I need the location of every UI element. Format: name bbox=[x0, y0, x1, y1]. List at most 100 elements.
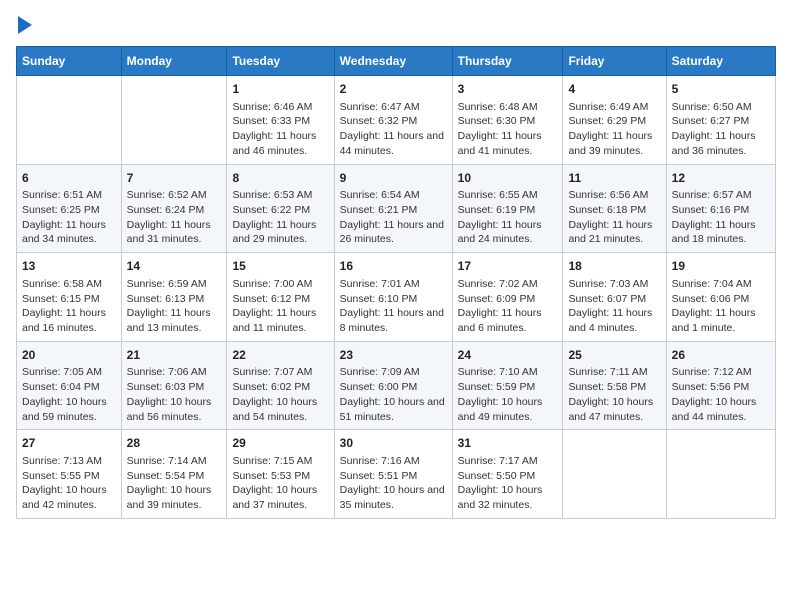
day-number: 22 bbox=[232, 347, 328, 364]
day-content: Sunrise: 7:01 AM Sunset: 6:10 PM Dayligh… bbox=[340, 277, 447, 336]
calendar-cell: 9Sunrise: 6:54 AM Sunset: 6:21 PM Daylig… bbox=[334, 164, 452, 253]
day-number: 23 bbox=[340, 347, 447, 364]
day-content: Sunrise: 6:49 AM Sunset: 6:29 PM Dayligh… bbox=[568, 100, 660, 159]
day-number: 4 bbox=[568, 81, 660, 98]
day-number: 13 bbox=[22, 258, 116, 275]
day-content: Sunrise: 7:00 AM Sunset: 6:12 PM Dayligh… bbox=[232, 277, 328, 336]
calendar-cell: 26Sunrise: 7:12 AM Sunset: 5:56 PM Dayli… bbox=[666, 341, 775, 430]
day-header-monday: Monday bbox=[121, 47, 227, 76]
day-number: 5 bbox=[672, 81, 770, 98]
day-number: 15 bbox=[232, 258, 328, 275]
calendar-cell: 18 Sunrise: 7:03 AM Sunset: 6:07 PM Dayli… bbox=[563, 253, 666, 342]
calendar-cell: 22Sunrise: 7:07 AM Sunset: 6:02 PM Dayli… bbox=[227, 341, 334, 430]
day-content: Sunrise: 7:05 AM Sunset: 6:04 PM Dayligh… bbox=[22, 365, 116, 424]
day-content: Sunrise: 7:04 AM Sunset: 6:06 PM Dayligh… bbox=[672, 277, 770, 336]
day-number: 24 bbox=[458, 347, 558, 364]
calendar-cell: 8Sunrise: 6:53 AM Sunset: 6:22 PM Daylig… bbox=[227, 164, 334, 253]
calendar-cell: 2 Sunrise: 6:47 AM Sunset: 6:32 PM Daylig… bbox=[334, 76, 452, 165]
day-header-friday: Friday bbox=[563, 47, 666, 76]
day-content: Sunrise: 7:02 AM Sunset: 6:09 PM Dayligh… bbox=[458, 277, 558, 336]
day-content: Sunrise: 6:54 AM Sunset: 6:21 PM Dayligh… bbox=[340, 188, 447, 247]
calendar-cell: 17 Sunrise: 7:02 AM Sunset: 6:09 PM Dayli… bbox=[452, 253, 563, 342]
day-content: Sunrise: 7:16 AM Sunset: 5:51 PM Dayligh… bbox=[340, 454, 447, 513]
calendar-cell: 19 Sunrise: 7:04 AM Sunset: 6:06 PM Dayli… bbox=[666, 253, 775, 342]
calendar-cell: 13 Sunrise: 6:58 AM Sunset: 6:15 PM Dayli… bbox=[17, 253, 122, 342]
day-content: Sunrise: 6:46 AM Sunset: 6:33 PM Dayligh… bbox=[232, 100, 328, 159]
day-number: 19 bbox=[672, 258, 770, 275]
day-content: Sunrise: 6:59 AM Sunset: 6:13 PM Dayligh… bbox=[127, 277, 222, 336]
calendar-cell: 4 Sunrise: 6:49 AM Sunset: 6:29 PM Daylig… bbox=[563, 76, 666, 165]
calendar-cell: 3 Sunrise: 6:48 AM Sunset: 6:30 PM Daylig… bbox=[452, 76, 563, 165]
calendar-cell: 1 Sunrise: 6:46 AM Sunset: 6:33 PM Daylig… bbox=[227, 76, 334, 165]
calendar-cell: 23Sunrise: 7:09 AM Sunset: 6:00 PM Dayli… bbox=[334, 341, 452, 430]
calendar-cell: 12Sunrise: 6:57 AM Sunset: 6:16 PM Dayli… bbox=[666, 164, 775, 253]
day-content: Sunrise: 6:56 AM Sunset: 6:18 PM Dayligh… bbox=[568, 188, 660, 247]
calendar-week-row: 13 Sunrise: 6:58 AM Sunset: 6:15 PM Dayli… bbox=[17, 253, 776, 342]
day-content: Sunrise: 7:09 AM Sunset: 6:00 PM Dayligh… bbox=[340, 365, 447, 424]
day-content: Sunrise: 7:03 AM Sunset: 6:07 PM Dayligh… bbox=[568, 277, 660, 336]
calendar-cell: 27 Sunrise: 7:13 AM Sunset: 5:55 PM Dayli… bbox=[17, 430, 122, 519]
day-content: Sunrise: 7:11 AM Sunset: 5:58 PM Dayligh… bbox=[568, 365, 660, 424]
day-number: 29 bbox=[232, 435, 328, 452]
day-number: 18 bbox=[568, 258, 660, 275]
day-content: Sunrise: 6:51 AM Sunset: 6:25 PM Dayligh… bbox=[22, 188, 116, 247]
calendar-cell: 31Sunrise: 7:17 AM Sunset: 5:50 PM Dayli… bbox=[452, 430, 563, 519]
calendar-cell: 20Sunrise: 7:05 AM Sunset: 6:04 PM Dayli… bbox=[17, 341, 122, 430]
day-content: Sunrise: 6:58 AM Sunset: 6:15 PM Dayligh… bbox=[22, 277, 116, 336]
day-content: Sunrise: 7:06 AM Sunset: 6:03 PM Dayligh… bbox=[127, 365, 222, 424]
day-content: Sunrise: 6:52 AM Sunset: 6:24 PM Dayligh… bbox=[127, 188, 222, 247]
calendar-cell: 21Sunrise: 7:06 AM Sunset: 6:03 PM Dayli… bbox=[121, 341, 227, 430]
calendar-cell bbox=[563, 430, 666, 519]
calendar-week-row: 27 Sunrise: 7:13 AM Sunset: 5:55 PM Dayli… bbox=[17, 430, 776, 519]
day-number: 8 bbox=[232, 170, 328, 187]
logo bbox=[16, 16, 32, 34]
calendar-cell: 11Sunrise: 6:56 AM Sunset: 6:18 PM Dayli… bbox=[563, 164, 666, 253]
day-header-saturday: Saturday bbox=[666, 47, 775, 76]
day-number: 6 bbox=[22, 170, 116, 187]
calendar-cell: 25Sunrise: 7:11 AM Sunset: 5:58 PM Dayli… bbox=[563, 341, 666, 430]
day-number: 12 bbox=[672, 170, 770, 187]
day-number: 28 bbox=[127, 435, 222, 452]
day-number: 21 bbox=[127, 347, 222, 364]
day-header-sunday: Sunday bbox=[17, 47, 122, 76]
day-number: 10 bbox=[458, 170, 558, 187]
calendar-cell: 24Sunrise: 7:10 AM Sunset: 5:59 PM Dayli… bbox=[452, 341, 563, 430]
calendar-week-row: 1 Sunrise: 6:46 AM Sunset: 6:33 PM Daylig… bbox=[17, 76, 776, 165]
day-content: Sunrise: 7:14 AM Sunset: 5:54 PM Dayligh… bbox=[127, 454, 222, 513]
day-content: Sunrise: 7:13 AM Sunset: 5:55 PM Dayligh… bbox=[22, 454, 116, 513]
day-number: 3 bbox=[458, 81, 558, 98]
day-content: Sunrise: 6:47 AM Sunset: 6:32 PM Dayligh… bbox=[340, 100, 447, 159]
day-content: Sunrise: 7:10 AM Sunset: 5:59 PM Dayligh… bbox=[458, 365, 558, 424]
calendar-week-row: 20Sunrise: 7:05 AM Sunset: 6:04 PM Dayli… bbox=[17, 341, 776, 430]
day-number: 1 bbox=[232, 81, 328, 98]
day-content: Sunrise: 7:07 AM Sunset: 6:02 PM Dayligh… bbox=[232, 365, 328, 424]
calendar-cell bbox=[121, 76, 227, 165]
days-header-row: SundayMondayTuesdayWednesdayThursdayFrid… bbox=[17, 47, 776, 76]
day-content: Sunrise: 6:53 AM Sunset: 6:22 PM Dayligh… bbox=[232, 188, 328, 247]
day-header-tuesday: Tuesday bbox=[227, 47, 334, 76]
calendar-cell bbox=[17, 76, 122, 165]
calendar-week-row: 6Sunrise: 6:51 AM Sunset: 6:25 PM Daylig… bbox=[17, 164, 776, 253]
calendar-cell: 10Sunrise: 6:55 AM Sunset: 6:19 PM Dayli… bbox=[452, 164, 563, 253]
calendar-table: SundayMondayTuesdayWednesdayThursdayFrid… bbox=[16, 46, 776, 519]
day-header-thursday: Thursday bbox=[452, 47, 563, 76]
logo-arrow-icon bbox=[18, 16, 32, 34]
day-content: Sunrise: 6:57 AM Sunset: 6:16 PM Dayligh… bbox=[672, 188, 770, 247]
day-content: Sunrise: 6:50 AM Sunset: 6:27 PM Dayligh… bbox=[672, 100, 770, 159]
calendar-cell: 15 Sunrise: 7:00 AM Sunset: 6:12 PM Dayli… bbox=[227, 253, 334, 342]
calendar-cell: 6Sunrise: 6:51 AM Sunset: 6:25 PM Daylig… bbox=[17, 164, 122, 253]
calendar-cell bbox=[666, 430, 775, 519]
day-number: 30 bbox=[340, 435, 447, 452]
day-content: Sunrise: 6:48 AM Sunset: 6:30 PM Dayligh… bbox=[458, 100, 558, 159]
day-number: 9 bbox=[340, 170, 447, 187]
day-number: 20 bbox=[22, 347, 116, 364]
day-number: 27 bbox=[22, 435, 116, 452]
day-header-wednesday: Wednesday bbox=[334, 47, 452, 76]
day-number: 2 bbox=[340, 81, 447, 98]
calendar-cell: 7Sunrise: 6:52 AM Sunset: 6:24 PM Daylig… bbox=[121, 164, 227, 253]
page-header bbox=[16, 16, 776, 34]
day-content: Sunrise: 6:55 AM Sunset: 6:19 PM Dayligh… bbox=[458, 188, 558, 247]
day-number: 17 bbox=[458, 258, 558, 275]
day-content: Sunrise: 7:12 AM Sunset: 5:56 PM Dayligh… bbox=[672, 365, 770, 424]
calendar-cell: 28 Sunrise: 7:14 AM Sunset: 5:54 PM Dayli… bbox=[121, 430, 227, 519]
